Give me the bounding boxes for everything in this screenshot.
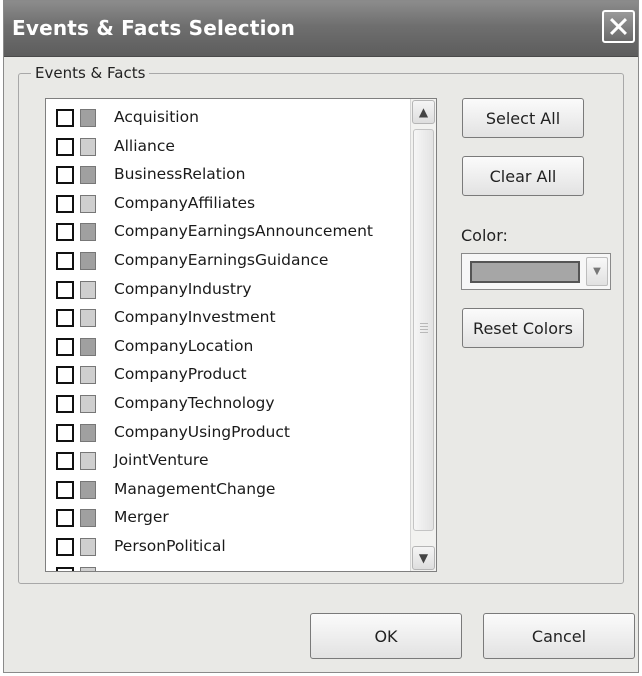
item-label: CompanyEarningsGuidance xyxy=(114,250,329,269)
events-facts-group: Events & Facts Acquisition Alliance Busine… xyxy=(18,64,624,584)
item-checkbox[interactable] xyxy=(56,509,74,528)
item-checkbox[interactable] xyxy=(56,251,74,270)
item-checkbox[interactable] xyxy=(56,166,74,185)
item-checkbox[interactable] xyxy=(56,194,74,213)
item-checkbox[interactable] xyxy=(56,109,74,127)
list-item[interactable]: CompanyInvestment xyxy=(46,304,412,333)
chevron-down-icon[interactable]: ▼ xyxy=(412,546,435,570)
color-swatch xyxy=(470,261,580,283)
color-dropdown[interactable]: ▼ xyxy=(461,253,611,290)
item-color-swatch xyxy=(80,480,96,499)
item-label: CompanyLocation xyxy=(114,336,254,355)
item-label: CompanyEarningsAnnouncement xyxy=(114,222,373,241)
item-color-swatch xyxy=(80,509,96,528)
item-label: Alliance xyxy=(114,136,175,155)
list-item[interactable]: Acquisition xyxy=(46,104,412,133)
events-facts-dialog: Events & Facts Selection Events & Facts … xyxy=(3,0,639,673)
clear-all-button[interactable]: Clear All xyxy=(462,156,584,196)
item-color-swatch xyxy=(80,366,96,385)
item-label: Acquisition xyxy=(114,108,199,126)
events-facts-list[interactable]: Acquisition Alliance BusinessRelation Compa… xyxy=(45,98,437,572)
dialog-title: Events & Facts Selection xyxy=(12,16,296,40)
item-color-swatch xyxy=(80,223,96,242)
list-item[interactable]: JointVenture xyxy=(46,447,412,476)
item-checkbox[interactable] xyxy=(56,337,74,356)
item-checkbox[interactable] xyxy=(56,137,74,156)
item-color-swatch xyxy=(80,109,96,127)
ok-button[interactable]: OK xyxy=(310,613,462,659)
list-item[interactable]: PersonPolitical xyxy=(46,533,412,562)
list-scrollbar[interactable]: ▲ ▼ xyxy=(410,99,436,571)
reset-colors-button[interactable]: Reset Colors xyxy=(462,308,584,348)
item-color-swatch xyxy=(80,423,96,442)
list-item[interactable] xyxy=(46,562,412,571)
item-label: BusinessRelation xyxy=(114,165,246,184)
list-item[interactable]: CompanyEarningsGuidance xyxy=(46,247,412,276)
item-label: CompanyIndustry xyxy=(114,279,252,298)
group-label: Events & Facts xyxy=(31,64,150,82)
item-label: ManagementChange xyxy=(114,479,276,498)
item-color-swatch xyxy=(80,394,96,413)
item-color-swatch xyxy=(80,309,96,328)
item-label: CompanyAffiliates xyxy=(114,193,256,212)
item-checkbox[interactable] xyxy=(56,309,74,328)
item-label: CompanyProduct xyxy=(114,365,247,384)
item-checkbox[interactable] xyxy=(56,280,74,299)
item-checkbox[interactable] xyxy=(56,566,74,571)
item-color-swatch xyxy=(80,337,96,356)
scrollbar-thumb[interactable] xyxy=(413,129,434,531)
color-label: Color: xyxy=(461,226,508,245)
list-item[interactable]: CompanyEarningsAnnouncement xyxy=(46,218,412,247)
list-item[interactable]: CompanyLocation xyxy=(46,333,412,362)
item-color-swatch xyxy=(80,566,96,571)
list-item[interactable]: Merger xyxy=(46,504,412,533)
item-label: CompanyTechnology xyxy=(114,393,275,412)
item-color-swatch xyxy=(80,537,96,556)
list-item[interactable]: CompanyProduct xyxy=(46,361,412,390)
item-checkbox[interactable] xyxy=(56,480,74,499)
list-item[interactable]: CompanyIndustry xyxy=(46,276,412,305)
item-label: CompanyInvestment xyxy=(114,308,276,327)
item-color-swatch xyxy=(80,452,96,471)
item-label: PersonPolitical xyxy=(114,536,226,555)
list-item[interactable]: CompanyTechnology xyxy=(46,390,412,419)
list-item[interactable]: ManagementChange xyxy=(46,476,412,505)
title-bar: Events & Facts Selection xyxy=(4,1,638,57)
item-color-swatch xyxy=(80,166,96,185)
item-checkbox[interactable] xyxy=(56,537,74,556)
item-checkbox[interactable] xyxy=(56,366,74,385)
item-color-swatch xyxy=(80,251,96,270)
item-label: Merger xyxy=(114,508,169,527)
list-item[interactable]: Alliance xyxy=(46,133,412,162)
list-item[interactable]: CompanyUsingProduct xyxy=(46,419,412,448)
list-item[interactable]: CompanyAffiliates xyxy=(46,190,412,219)
close-icon[interactable] xyxy=(602,10,635,43)
item-checkbox[interactable] xyxy=(56,452,74,471)
item-color-swatch xyxy=(80,280,96,299)
dropdown-arrow-icon[interactable]: ▼ xyxy=(586,257,608,286)
item-label: CompanyUsingProduct xyxy=(114,422,290,441)
item-checkbox[interactable] xyxy=(56,423,74,442)
item-checkbox[interactable] xyxy=(56,394,74,413)
item-label: JointVenture xyxy=(114,451,209,470)
item-color-swatch xyxy=(80,137,96,156)
grip-icon xyxy=(420,323,428,333)
cancel-button[interactable]: Cancel xyxy=(483,613,635,659)
select-all-button[interactable]: Select All xyxy=(462,98,584,138)
item-checkbox[interactable] xyxy=(56,223,74,242)
list-items: Acquisition Alliance BusinessRelation Compa… xyxy=(46,104,412,571)
item-color-swatch xyxy=(80,194,96,213)
chevron-up-icon[interactable]: ▲ xyxy=(412,100,435,124)
list-item[interactable]: BusinessRelation xyxy=(46,161,412,190)
